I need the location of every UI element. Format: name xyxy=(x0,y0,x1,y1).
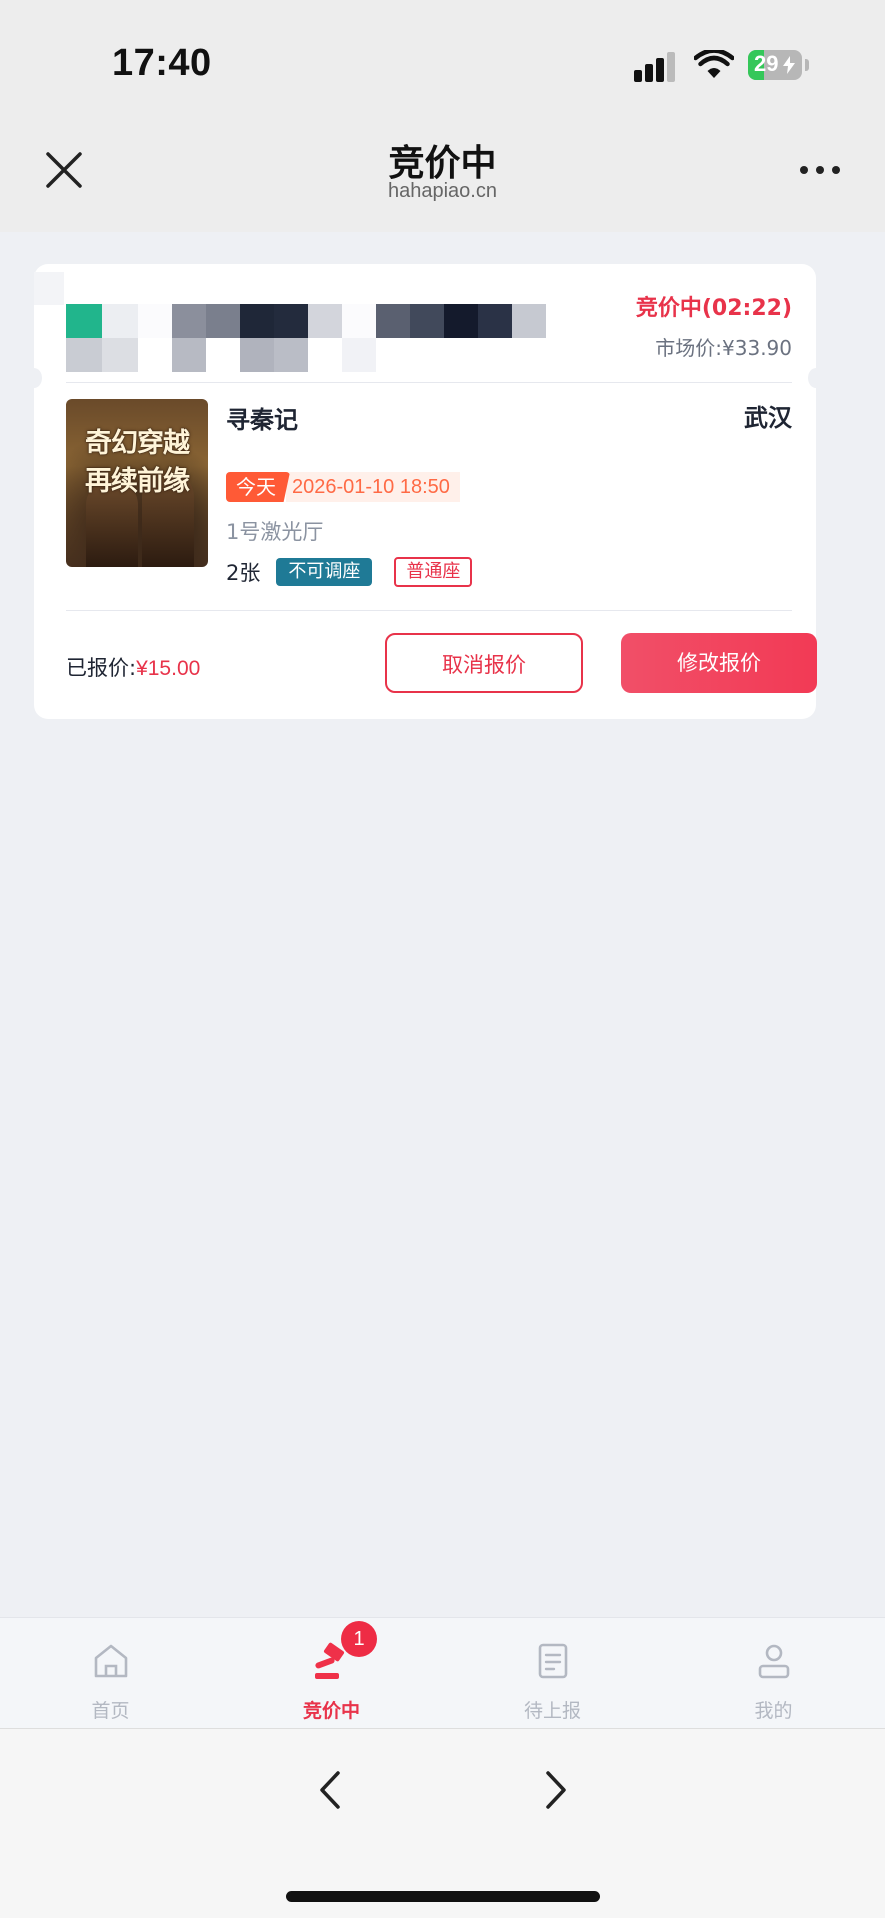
bidding-count-badge: 1 xyxy=(341,1621,377,1657)
movie-poster: 奇幻穿越 再续前缘 xyxy=(66,399,208,567)
auction-countdown: 竞价中(02:22) xyxy=(635,296,792,321)
top-area: 17:40 29 竞价中 hahapiao.cn xyxy=(0,0,885,232)
hall-name: 1号激光厅 xyxy=(226,520,324,544)
tab-pending-report[interactable]: 待上报 xyxy=(442,1618,663,1728)
status-time: 17:40 xyxy=(112,42,212,84)
showtime-row: 今天 2026-01-10 18:50 xyxy=(226,472,460,502)
forward-arrow-icon[interactable] xyxy=(536,1765,576,1815)
movie-title: 寻秦记 xyxy=(226,406,298,434)
cancel-bid-button[interactable]: 取消报价 xyxy=(385,633,583,693)
user-icon xyxy=(758,1644,790,1679)
battery-icon: 29 xyxy=(748,50,802,80)
tab-label: 竞价中 xyxy=(302,1700,360,1722)
tab-label: 首页 xyxy=(91,1700,130,1722)
tab-mine[interactable]: 我的 xyxy=(663,1618,884,1728)
browser-toolbar xyxy=(0,1728,885,1918)
ticket-info-row: 2张 不可调座 普通座 xyxy=(226,557,473,587)
page-domain: hahapiao.cn xyxy=(388,180,497,202)
wifi-icon xyxy=(694,50,734,78)
bid-price-amount: ¥15.00 xyxy=(136,657,201,680)
modify-bid-button[interactable]: 修改报价 xyxy=(621,633,817,693)
poster-text: 奇幻穿越 xyxy=(85,428,190,459)
battery-cap xyxy=(805,59,809,71)
ticket-count: 2张 xyxy=(226,561,261,585)
city: 武汉 xyxy=(744,404,792,432)
battery-percent: 29 xyxy=(754,51,779,76)
home-indicator[interactable] xyxy=(286,1891,600,1902)
seat-type-tag: 普通座 xyxy=(394,557,473,587)
charging-bolt-icon xyxy=(783,56,795,74)
tab-home[interactable]: 首页 xyxy=(0,1618,221,1728)
document-icon xyxy=(538,1643,568,1679)
cellular-signal-icon xyxy=(634,52,678,82)
divider xyxy=(66,610,792,611)
tab-bidding[interactable]: 1 竞价中 xyxy=(221,1618,442,1728)
more-options-icon[interactable] xyxy=(796,158,844,182)
seat-lock-tag: 不可调座 xyxy=(276,558,373,586)
cinema-name-redacted xyxy=(34,272,554,382)
divider xyxy=(66,382,792,383)
bid-price: 已报价:¥15.00 xyxy=(66,652,200,682)
back-arrow-icon[interactable] xyxy=(310,1765,350,1815)
tab-label: 待上报 xyxy=(523,1700,581,1722)
today-badge: 今天 xyxy=(226,472,290,502)
bid-price-label: 已报价: xyxy=(66,656,137,680)
showtime: 2026-01-10 18:50 xyxy=(286,472,460,502)
poster-text: 再续前缘 xyxy=(85,466,190,497)
tab-label: 我的 xyxy=(754,1700,793,1722)
bid-order-card[interactable]: 竞价中(02:22) 市场价:¥33.90 奇幻穿越 再续前缘 寻秦记 武汉 今… xyxy=(26,264,824,719)
card-notch-right xyxy=(808,368,824,388)
bottom-tab-bar: 首页 1 竞价中 待上报 我的 xyxy=(0,1617,885,1728)
market-price: 市场价:¥33.90 xyxy=(655,336,792,360)
page-title: 竞价中 xyxy=(388,143,497,184)
home-icon xyxy=(94,1644,128,1678)
